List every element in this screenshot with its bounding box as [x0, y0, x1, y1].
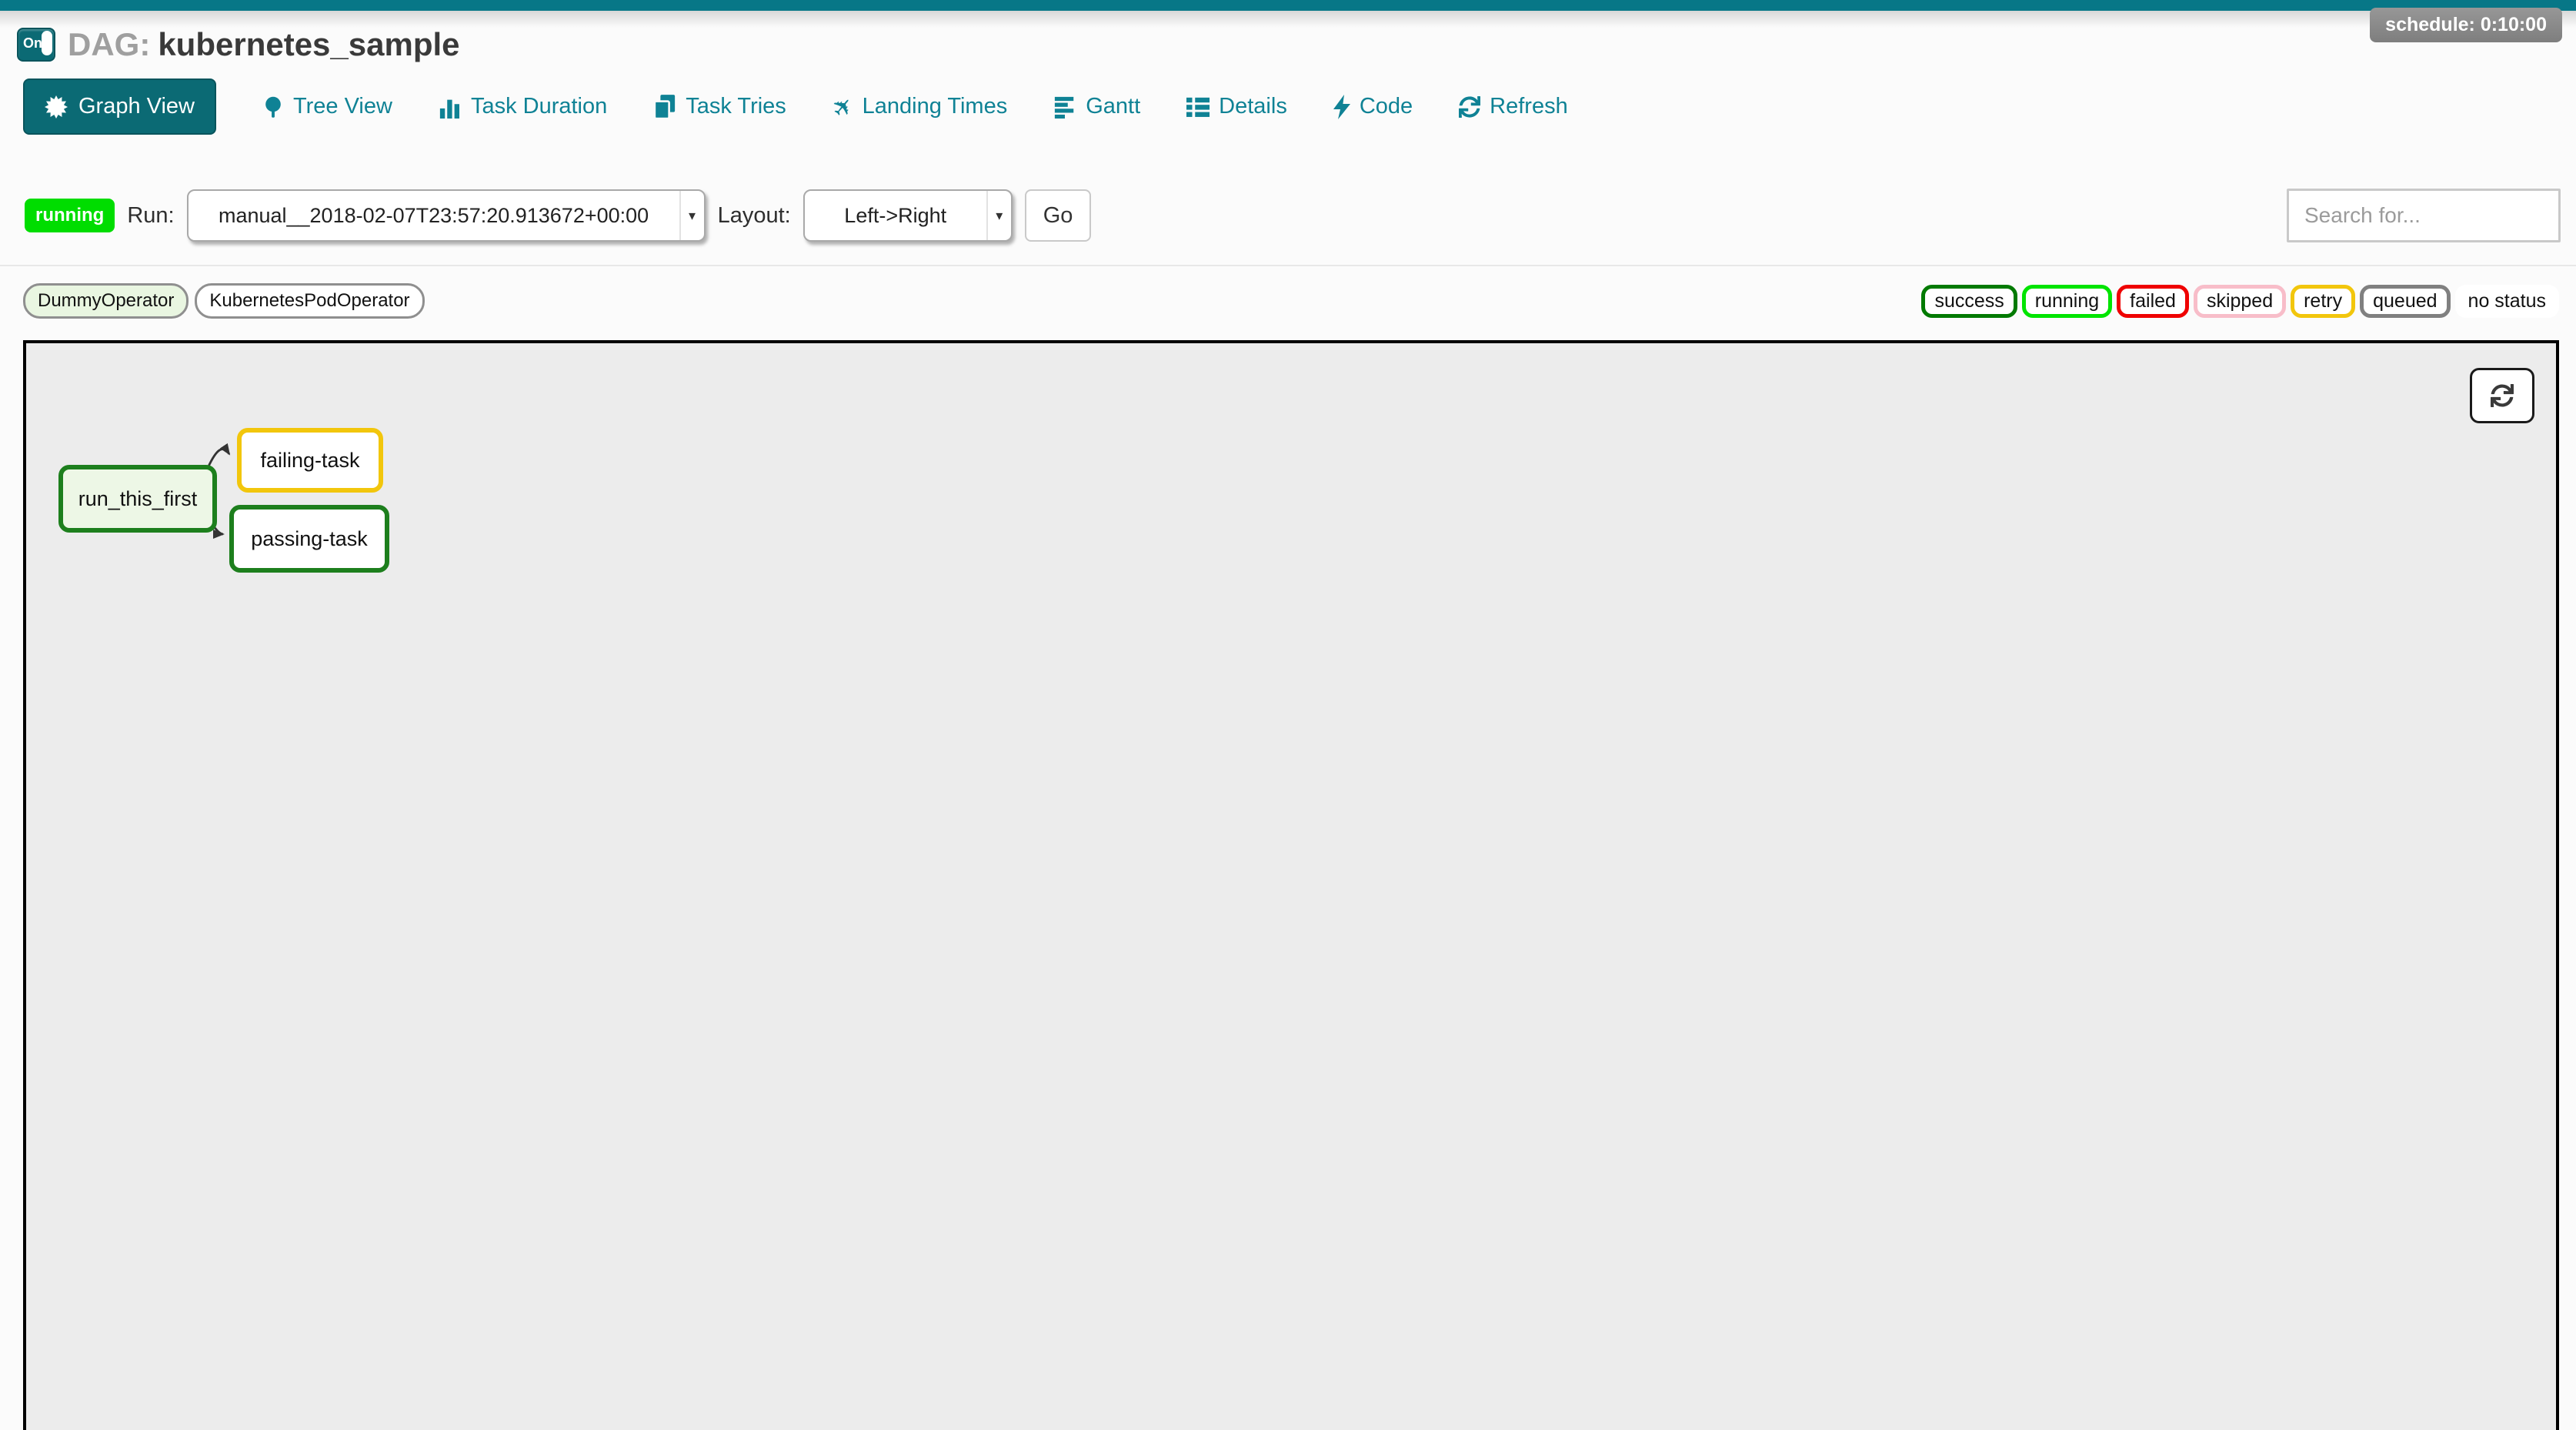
- tab-task-tries[interactable]: Task Tries: [653, 94, 786, 119]
- copy-icon: [653, 95, 676, 119]
- task-node-passing-task[interactable]: passing-task: [229, 505, 389, 573]
- sync-icon: [2491, 384, 2514, 407]
- tree-icon: [262, 95, 284, 119]
- state-legend-skipped: skipped: [2194, 285, 2286, 318]
- edge-run-this-first-to-failing-task: [208, 449, 229, 468]
- chevron-down-icon: ▾: [679, 191, 704, 240]
- task-node-label: failing-task: [260, 449, 359, 473]
- dag-pause-toggle[interactable]: On: [17, 28, 55, 62]
- tab-details[interactable]: Details: [1186, 94, 1287, 119]
- tab-label: Details: [1219, 94, 1287, 119]
- list-icon: [1186, 95, 1210, 119]
- page-title: DAG:kubernetes_sample: [68, 26, 460, 63]
- burst-icon: [45, 95, 68, 119]
- tab-landing-times[interactable]: ✈ Landing Times: [833, 94, 1007, 119]
- run-label: Run:: [127, 203, 174, 229]
- tab-graph-view[interactable]: Graph View: [23, 79, 216, 135]
- bar-chart-icon: [439, 95, 462, 119]
- tab-tree-view[interactable]: Tree View: [262, 94, 392, 119]
- state-legend-no-status: no status: [2455, 285, 2559, 318]
- layout-select[interactable]: Left->Right ▾: [803, 189, 1013, 242]
- page-header: On DAG:kubernetes_sample: [17, 26, 460, 63]
- tab-label: Gantt: [1086, 94, 1140, 119]
- state-legend-queued: queued: [2360, 285, 2450, 318]
- tab-label: Task Duration: [471, 94, 607, 119]
- state-legend-success: success: [1921, 285, 2017, 318]
- state-legend-running: running: [2022, 285, 2112, 318]
- tab-label: Task Tries: [686, 94, 786, 119]
- airflow-graph-view-page: schedule: 0:10:00 On DAG:kubernetes_samp…: [0, 0, 2576, 1430]
- bolt-icon: [1333, 95, 1350, 119]
- toggle-knob-icon: [42, 31, 52, 55]
- view-nav: Graph View Tree View Task Duration Task …: [23, 79, 1568, 135]
- run-status-badge: running: [25, 199, 115, 232]
- tab-label: Refresh: [1490, 94, 1568, 119]
- tab-label: Graph View: [78, 94, 195, 119]
- legend-row: DummyOperator KubernetesPodOperator succ…: [23, 283, 2559, 319]
- task-node-label: run_this_first: [78, 487, 198, 511]
- operator-legend-dummyoperator: DummyOperator: [23, 283, 189, 319]
- go-button[interactable]: Go: [1025, 189, 1092, 242]
- gantt-icon: [1053, 95, 1076, 119]
- state-legend-failed: failed: [2117, 285, 2189, 318]
- tab-gantt[interactable]: Gantt: [1053, 94, 1140, 119]
- tab-label: Tree View: [293, 94, 392, 119]
- divider: [0, 265, 2576, 266]
- run-select[interactable]: manual__2018-02-07T23:57:20.913672+00:00…: [187, 189, 706, 242]
- tab-code[interactable]: Code: [1333, 94, 1413, 119]
- tab-label: Landing Times: [863, 94, 1008, 119]
- schedule-badge: schedule: 0:10:00: [2370, 8, 2562, 42]
- top-navbar: [0, 0, 2576, 11]
- task-node-failing-task[interactable]: failing-task: [237, 428, 383, 493]
- tab-task-duration[interactable]: Task Duration: [439, 94, 607, 119]
- layout-select-value: Left->Right: [805, 204, 986, 228]
- state-legend: success running failed skipped retry que…: [1921, 285, 2559, 318]
- layout-label: Layout:: [718, 203, 791, 229]
- plane-icon: ✈: [826, 91, 859, 122]
- task-node-label: passing-task: [251, 527, 368, 551]
- tab-refresh[interactable]: Refresh: [1459, 94, 1568, 119]
- task-node-run-this-first[interactable]: run_this_first: [58, 465, 217, 533]
- search-input[interactable]: [2287, 189, 2561, 242]
- tab-label: Code: [1360, 94, 1413, 119]
- dag-graph-canvas[interactable]: run_this_first failing-task passing-task: [23, 340, 2559, 1430]
- run-select-value: manual__2018-02-07T23:57:20.913672+00:00: [189, 204, 679, 228]
- topbar-shadow: [0, 11, 2576, 28]
- dag-prefix-label: DAG:: [68, 26, 150, 62]
- run-controls: running Run: manual__2018-02-07T23:57:20…: [25, 189, 2561, 242]
- operator-legend-kubernetespodoperator: KubernetesPodOperator: [195, 283, 424, 319]
- state-legend-retry: retry: [2291, 285, 2355, 318]
- sync-icon: [1459, 96, 1480, 118]
- chevron-down-icon: ▾: [986, 191, 1011, 240]
- dag-name: kubernetes_sample: [158, 26, 459, 62]
- toggle-on-label: On: [23, 35, 42, 52]
- graph-refresh-button[interactable]: [2470, 368, 2534, 423]
